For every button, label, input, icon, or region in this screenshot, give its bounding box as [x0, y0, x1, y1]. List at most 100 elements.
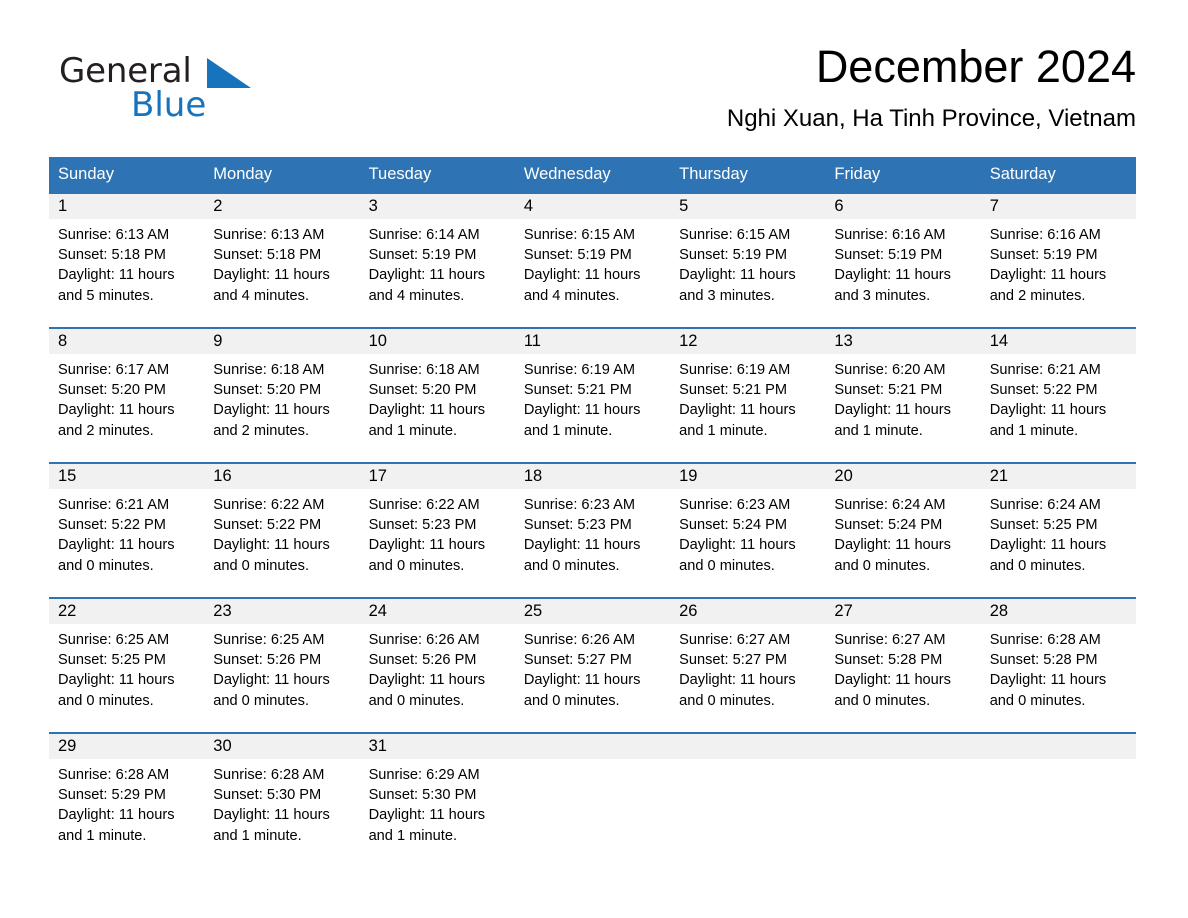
daylight-text-line2: and 1 minute.: [834, 422, 923, 439]
calendar-day-cell[interactable]: 15 Sunrise: 6:21 AM Sunset: 5:22 PM Dayligh…: [49, 462, 205, 598]
calendar-day-cell[interactable]: 21 Sunrise: 6:24 AM Sunset: 5:25 PM Dayligh…: [980, 462, 1136, 598]
day-number: 30: [204, 734, 360, 759]
day-number: 3: [359, 194, 515, 219]
calendar-day-cell[interactable]: 20 Sunrise: 6:24 AM Sunset: 5:24 PM Dayligh…: [825, 462, 981, 598]
calendar-day-cell[interactable]: 12 Sunrise: 6:19 AM Sunset: 5:21 PM Dayligh…: [670, 327, 826, 463]
sunset-text: Sunset: 5:20 PM: [368, 382, 477, 399]
calendar-day-cell[interactable]: 2 Sunrise: 6:13 AM Sunset: 5:18 PM Daylight…: [204, 192, 360, 328]
calendar-week-row: 29 Sunrise: 6:28 AM Sunset: 5:29 PM Dayligh…: [49, 732, 1136, 862]
calendar-day-cell[interactable]: 10 Sunrise: 6:18 AM Sunset: 5:20 PM Dayligh…: [359, 327, 515, 463]
calendar-day-cell[interactable]: 4 Sunrise: 6:15 AM Sunset: 5:19 PM Daylight…: [514, 192, 671, 328]
weekday-header-monday: Monday: [204, 157, 360, 193]
sunrise-text: Sunrise: 6:15 AM: [679, 227, 791, 243]
weekday-header-sunday: Sunday: [49, 157, 205, 193]
daylight-text-line2: and 0 minutes.: [679, 557, 775, 574]
day-number: [980, 734, 1136, 759]
sunrise-text: Sunrise: 6:28 AM: [213, 767, 325, 783]
daylight-text-line2: and 0 minutes.: [58, 692, 154, 709]
calendar-day-cell[interactable]: 8 Sunrise: 6:17 AM Sunset: 5:20 PM Daylight…: [49, 327, 205, 463]
sunset-text: Sunset: 5:26 PM: [213, 652, 322, 669]
calendar-day-cell[interactable]: 26 Sunrise: 6:27 AM Sunset: 5:27 PM Dayligh…: [670, 597, 826, 733]
calendar-grid: Sunday Monday Tuesday Wednesday Thursday…: [49, 157, 1136, 862]
sunrise-text: Sunrise: 6:24 AM: [989, 497, 1101, 513]
daylight-text-line2: and 1 minute.: [989, 422, 1079, 439]
calendar-day-cell[interactable]: 28 Sunrise: 6:28 AM Sunset: 5:28 PM Dayligh…: [980, 597, 1136, 733]
daylight-text-line2: and 5 minutes.: [58, 287, 154, 304]
daylight-text-line1: Daylight: 11 hours: [989, 402, 1107, 419]
daylight-text-line2: and 1 minute.: [368, 827, 457, 844]
daylight-text-line2: and 0 minutes.: [213, 692, 310, 709]
calendar-day-cell[interactable]: 17 Sunrise: 6:22 AM Sunset: 5:23 PM Dayligh…: [359, 462, 515, 598]
daylight-text-line1: Daylight: 11 hours: [213, 807, 330, 824]
calendar-week-row: 8 Sunrise: 6:17 AM Sunset: 5:20 PM Daylight…: [49, 327, 1136, 463]
calendar-day-cell[interactable]: 16 Sunrise: 6:22 AM Sunset: 5:22 PM Dayligh…: [204, 462, 360, 598]
daylight-text-line1: Daylight: 11 hours: [368, 402, 486, 419]
sunrise-text: Sunrise: 6:28 AM: [989, 632, 1101, 648]
day-number: 17: [359, 464, 515, 489]
day-number: 27: [825, 599, 981, 624]
sunset-text: Sunset: 5:28 PM: [989, 652, 1098, 669]
calendar-day-cell[interactable]: 19 Sunrise: 6:23 AM Sunset: 5:24 PM Dayligh…: [670, 462, 826, 598]
sunrise-text: Sunrise: 6:19 AM: [523, 362, 635, 378]
daylight-text-line2: and 0 minutes.: [834, 692, 931, 709]
calendar-day-cell[interactable]: 27 Sunrise: 6:27 AM Sunset: 5:28 PM Dayligh…: [825, 597, 981, 733]
day-number: 23: [204, 599, 360, 624]
daylight-text-line1: Daylight: 11 hours: [523, 672, 641, 689]
daylight-text-line1: Daylight: 11 hours: [523, 402, 641, 419]
calendar-day-cell[interactable]: 7 Sunrise: 6:16 AM Sunset: 5:19 PM Daylight…: [980, 192, 1136, 328]
daylight-text-line2: and 2 minutes.: [989, 287, 1086, 304]
calendar-day-cell[interactable]: 9 Sunrise: 6:18 AM Sunset: 5:20 PM Daylight…: [204, 327, 360, 463]
day-number: 25: [514, 599, 671, 624]
sunset-text: Sunset: 5:29 PM: [58, 787, 166, 804]
sunset-text: Sunset: 5:19 PM: [989, 247, 1098, 264]
page-header: General Blue December 2024 Nghi Xuan, Ha…: [49, 40, 1136, 145]
daylight-text-line2: and 0 minutes.: [989, 557, 1086, 574]
day-number: 29: [49, 734, 205, 759]
calendar-day-cell[interactable]: 22 Sunrise: 6:25 AM Sunset: 5:25 PM Dayligh…: [49, 597, 205, 733]
calendar-day-cell[interactable]: 11 Sunrise: 6:19 AM Sunset: 5:21 PM Dayligh…: [514, 327, 671, 463]
calendar-day-cell-empty: [980, 732, 1136, 862]
sunrise-text: Sunrise: 6:23 AM: [523, 497, 635, 513]
sunrise-text: Sunrise: 6:18 AM: [213, 362, 325, 378]
daylight-text-line1: Daylight: 11 hours: [58, 672, 175, 689]
sunrise-text: Sunrise: 6:27 AM: [834, 632, 946, 648]
daylight-text-line1: Daylight: 11 hours: [213, 672, 330, 689]
day-number: 20: [825, 464, 981, 489]
sunset-text: Sunset: 5:22 PM: [989, 382, 1098, 399]
sunset-text: Sunset: 5:19 PM: [523, 247, 632, 264]
sunset-text: Sunset: 5:19 PM: [368, 247, 477, 264]
calendar-day-cell[interactable]: 30 Sunrise: 6:28 AM Sunset: 5:30 PM Dayligh…: [204, 732, 360, 862]
weekday-header-saturday: Saturday: [980, 157, 1136, 193]
calendar-day-cell[interactable]: 3 Sunrise: 6:14 AM Sunset: 5:19 PM Daylight…: [359, 192, 515, 328]
calendar-day-cell[interactable]: 25 Sunrise: 6:26 AM Sunset: 5:27 PM Dayligh…: [514, 597, 671, 733]
calendar-day-cell[interactable]: 1 Sunrise: 6:13 AM Sunset: 5:18 PM Daylight…: [49, 192, 205, 328]
calendar-day-cell[interactable]: 23 Sunrise: 6:25 AM Sunset: 5:26 PM Dayligh…: [204, 597, 360, 733]
day-number: 2: [204, 194, 360, 219]
daylight-text-line2: and 0 minutes.: [368, 692, 465, 709]
calendar-day-cell[interactable]: 5 Sunrise: 6:15 AM Sunset: 5:19 PM Daylight…: [670, 192, 826, 328]
calendar-day-cell[interactable]: 31 Sunrise: 6:29 AM Sunset: 5:30 PM Dayligh…: [359, 732, 515, 862]
sunset-text: Sunset: 5:24 PM: [834, 517, 943, 534]
day-number: 14: [980, 329, 1136, 354]
day-number: 19: [670, 464, 826, 489]
calendar-day-cell[interactable]: 6 Sunrise: 6:16 AM Sunset: 5:19 PM Daylight…: [825, 192, 981, 328]
day-number: 10: [359, 329, 515, 354]
daylight-text-line2: and 4 minutes.: [213, 287, 310, 304]
calendar-day-cell[interactable]: 18 Sunrise: 6:23 AM Sunset: 5:23 PM Dayligh…: [514, 462, 671, 598]
daylight-text-line2: and 1 minute.: [58, 827, 147, 844]
daylight-text-line1: Daylight: 11 hours: [368, 672, 486, 689]
sunrise-text: Sunrise: 6:16 AM: [989, 227, 1101, 243]
calendar-day-cell[interactable]: 14 Sunrise: 6:21 AM Sunset: 5:22 PM Dayligh…: [980, 327, 1136, 463]
sunset-text: Sunset: 5:21 PM: [679, 382, 788, 399]
day-number: 8: [49, 329, 205, 354]
sunset-text: Sunset: 5:25 PM: [989, 517, 1098, 534]
daylight-text-line2: and 3 minutes.: [834, 287, 931, 304]
day-number: 11: [514, 329, 671, 354]
calendar-day-cell[interactable]: 24 Sunrise: 6:26 AM Sunset: 5:26 PM Dayligh…: [359, 597, 515, 733]
calendar-day-cell[interactable]: 13 Sunrise: 6:20 AM Sunset: 5:21 PM Dayligh…: [825, 327, 981, 463]
daylight-text-line1: Daylight: 11 hours: [989, 672, 1107, 689]
calendar-week-row: 15 Sunrise: 6:21 AM Sunset: 5:22 PM Dayligh…: [49, 462, 1136, 598]
calendar-day-cell[interactable]: 29 Sunrise: 6:28 AM Sunset: 5:29 PM Dayligh…: [49, 732, 205, 862]
daylight-text-line1: Daylight: 11 hours: [213, 267, 330, 284]
weekday-header-thursday: Thursday: [670, 157, 826, 193]
